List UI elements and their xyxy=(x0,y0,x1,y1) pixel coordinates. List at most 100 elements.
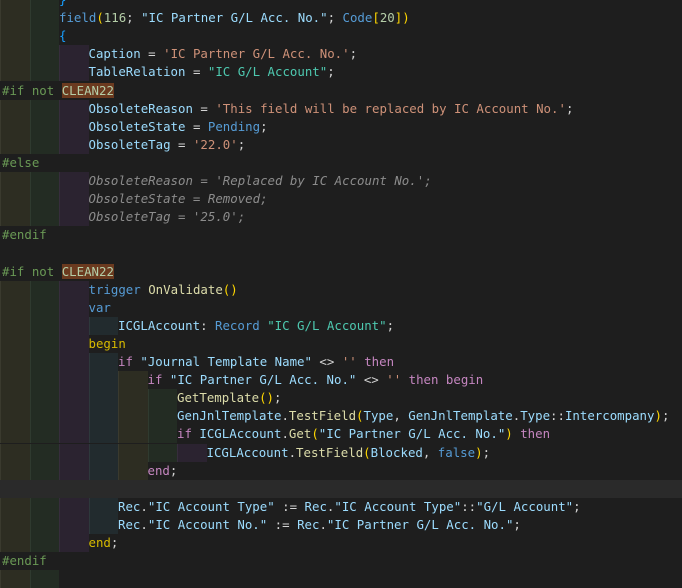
code-line[interactable]: if "IC Partner G/L Acc. No." <> '' then … xyxy=(0,371,682,390)
code-line[interactable]: Rec."IC Account Type" := Rec."IC Account… xyxy=(0,497,682,516)
indent-guide xyxy=(0,45,30,64)
code-text: ObsoleteReason = 'Replaced by IC Account… xyxy=(89,172,432,190)
code-line[interactable]: ObsoleteState = Removed; xyxy=(0,190,682,209)
indent-guide xyxy=(147,407,177,426)
code-token: ; xyxy=(573,498,581,514)
code-line[interactable]: trigger OnValidate() xyxy=(0,280,682,299)
code-token: Type xyxy=(363,408,394,424)
code-line[interactable]: { xyxy=(0,27,682,46)
code-token: then xyxy=(520,426,551,442)
code-line[interactable]: ObsoleteTag = '25.0'; xyxy=(0,208,682,227)
indent-guide xyxy=(29,407,59,426)
indent-guide xyxy=(0,63,30,82)
code-line[interactable]: ObsoleteReason = 'Replaced by IC Account… xyxy=(0,172,682,190)
code-line[interactable]: ICGLAccount: Record "IC G/L Account"; xyxy=(0,316,682,335)
code-line[interactable]: end; xyxy=(0,534,682,552)
code-line[interactable]: } xyxy=(0,0,682,9)
indent-guide xyxy=(59,190,89,209)
code-token: Record xyxy=(214,317,260,333)
code-line[interactable]: ObsoleteReason = 'This field will be rep… xyxy=(0,99,682,118)
code-text: #if not CLEAN22 xyxy=(2,263,114,281)
indent-guide xyxy=(88,461,118,480)
code-token: ; xyxy=(482,444,491,460)
code-token: "IC Account No." xyxy=(147,516,268,532)
code-line[interactable]: Caption = 'IC Partner G/L Acc. No.'; xyxy=(0,45,682,64)
code-text: ICGLAccount.TestField(Blocked, false); xyxy=(207,444,491,462)
indent-guide xyxy=(0,316,30,335)
indent-guide xyxy=(0,0,30,9)
indent-guide xyxy=(0,172,30,190)
code-line[interactable]: var xyxy=(0,298,682,317)
code-token: "IC Partner G/L Acc. No." xyxy=(318,426,506,442)
code-text: ObsoleteTag = '22.0'; xyxy=(89,136,246,154)
code-line[interactable]: ObsoleteState = Pending; xyxy=(0,117,682,136)
code-text: if ICGLAccount.Get("IC Partner G/L Acc. … xyxy=(177,425,550,443)
code-line[interactable] xyxy=(0,570,682,588)
code-token: , xyxy=(393,408,409,424)
code-line[interactable]: GenJnlTemplate.TestField(Type, GenJnlTem… xyxy=(0,407,682,426)
code-token: = xyxy=(192,100,216,116)
preprocessor-symbol: CLEAN22 xyxy=(61,263,114,279)
indent-guide xyxy=(29,0,59,9)
indent-guide xyxy=(29,316,59,335)
code-line[interactable]: if ICGLAccount.Get("IC Partner G/L Acc. … xyxy=(0,425,682,444)
code-token: "IC Account Type" xyxy=(147,498,275,514)
code-line[interactable]: begin xyxy=(0,334,682,353)
preprocessor-line[interactable]: #if not CLEAN22 xyxy=(0,82,682,100)
code-line[interactable]: Rec."IC Account No." := Rec."IC Partner … xyxy=(0,515,682,534)
indent-guide xyxy=(0,9,30,28)
code-token: . xyxy=(281,426,289,442)
indent-guide xyxy=(0,99,30,118)
code-line[interactable]: ObsoleteTag = '22.0'; xyxy=(0,135,682,154)
code-token: TestField xyxy=(296,444,364,460)
code-line[interactable]: ICGLAccount.TestField(Blocked, false); xyxy=(0,443,682,462)
indent-guide xyxy=(29,534,59,552)
code-text: var xyxy=(89,299,111,317)
preprocessor-line[interactable]: #if not CLEAN22 xyxy=(0,263,682,281)
indent-guide xyxy=(0,461,30,480)
code-line[interactable]: TableRelation = "IC G/L Account"; xyxy=(0,63,682,82)
preprocessor-line[interactable]: #else xyxy=(0,154,682,172)
indent-guide xyxy=(29,353,59,371)
code-token: = xyxy=(170,136,193,152)
code-line[interactable] xyxy=(0,244,682,262)
code-editor[interactable]: }field(116; "IC Partner G/L Acc. No."; C… xyxy=(0,0,682,588)
code-token: ) xyxy=(505,426,513,442)
code-text: #else xyxy=(2,154,39,172)
code-token: ; xyxy=(565,100,574,116)
code-line[interactable]: if "Journal Template Name" <> '' then xyxy=(0,353,682,371)
code-token: . xyxy=(281,408,289,424)
indent-guide xyxy=(59,407,89,426)
indent-guide xyxy=(0,497,30,516)
preprocessor-line[interactable]: #endif xyxy=(0,226,682,244)
code-text: ICGLAccount: Record "IC G/L Account"; xyxy=(118,317,394,335)
indent-guide xyxy=(0,389,30,408)
code-token: ObsoleteState = Removed; xyxy=(88,191,268,207)
indent-guide xyxy=(147,443,177,462)
indent-guide xyxy=(118,425,148,444)
indent-guide xyxy=(59,534,89,552)
indent-guide xyxy=(0,353,30,371)
code-token: #if not xyxy=(2,82,62,98)
code-token: #else xyxy=(2,154,40,170)
indent-guide xyxy=(59,63,89,82)
code-token: ; xyxy=(237,136,246,152)
code-token: = xyxy=(185,64,208,80)
code-line[interactable]: end; xyxy=(0,461,682,480)
indent-guide xyxy=(0,190,30,209)
indent-guide xyxy=(0,570,30,588)
indent-guide xyxy=(29,334,59,353)
indent-guide xyxy=(0,371,30,390)
code-token: then xyxy=(364,354,395,369)
indent-guide xyxy=(29,117,59,136)
code-token: if xyxy=(147,372,163,388)
code-line[interactable] xyxy=(0,479,682,498)
indent-guide xyxy=(88,316,118,335)
preprocessor-line[interactable]: #endif xyxy=(0,552,682,570)
code-token: ; xyxy=(349,46,358,62)
code-token: TableRelation xyxy=(88,64,186,80)
code-token: ( xyxy=(96,10,104,26)
code-token: var xyxy=(88,299,111,315)
code-line[interactable]: field(116; "IC Partner G/L Acc. No."; Co… xyxy=(0,9,682,28)
code-line[interactable]: GetTemplate(); xyxy=(0,389,682,408)
